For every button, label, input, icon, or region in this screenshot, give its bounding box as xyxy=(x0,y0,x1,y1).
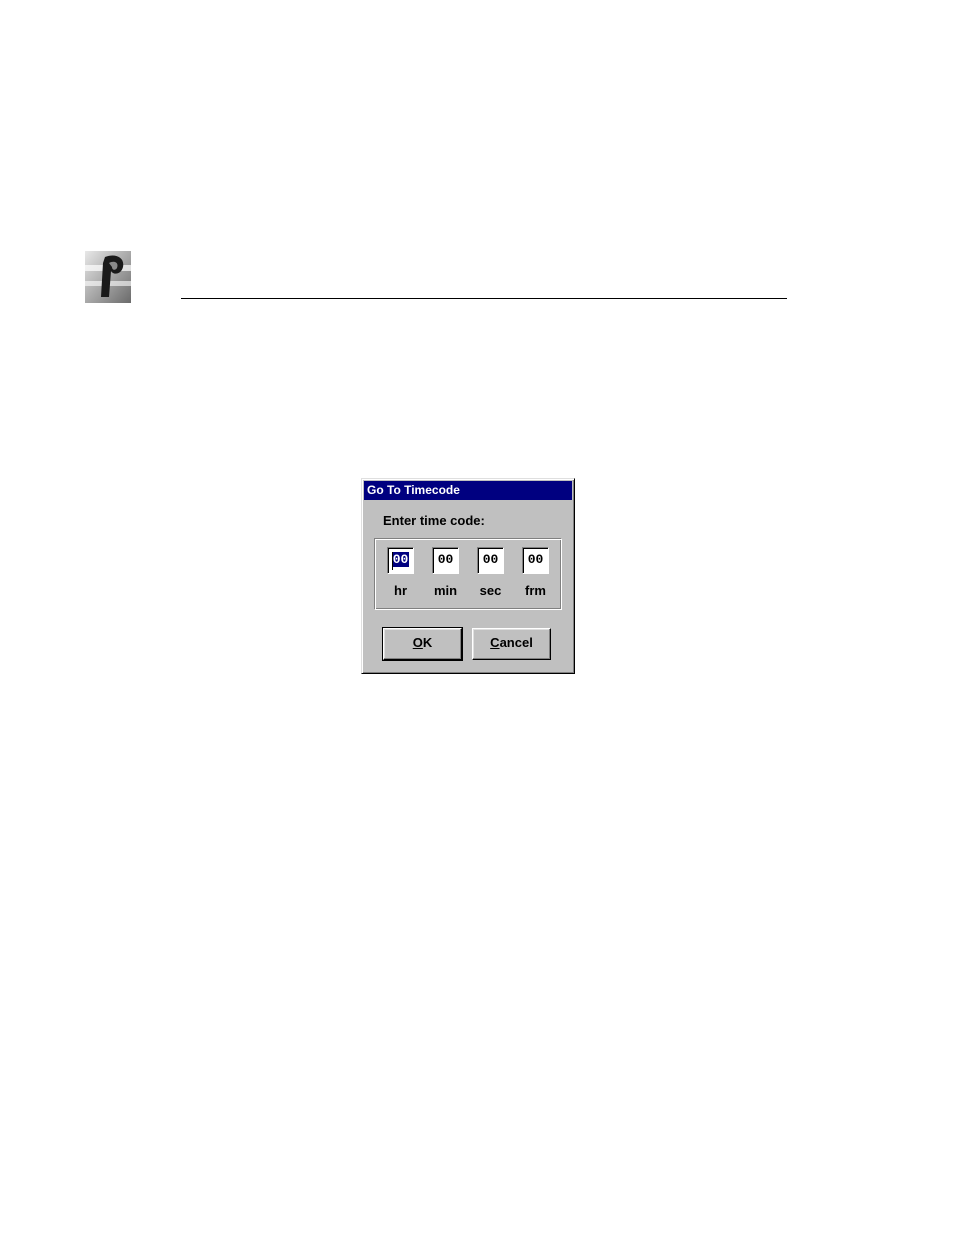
cancel-button[interactable]: Cancel xyxy=(472,628,551,660)
minutes-value: 00 xyxy=(437,552,454,567)
text-caret xyxy=(392,552,393,570)
ok-label-rest: K xyxy=(422,635,433,650)
timecode-group: 00 hr 00 min 00 sec 00 frm xyxy=(374,538,562,610)
seconds-field-group: 00 sec xyxy=(477,547,504,598)
seconds-value: 00 xyxy=(482,552,499,567)
ok-button[interactable]: OK xyxy=(382,627,463,661)
frames-value: 00 xyxy=(527,552,544,567)
ok-mnemonic: O xyxy=(412,635,423,650)
hours-value: 00 xyxy=(391,552,410,567)
hours-input[interactable]: 00 xyxy=(387,547,414,574)
minutes-input[interactable]: 00 xyxy=(432,547,459,574)
hours-label: hr xyxy=(394,583,407,598)
frames-field-group: 00 frm xyxy=(522,547,549,598)
seconds-label: sec xyxy=(479,583,502,598)
minutes-field-group: 00 min xyxy=(432,547,459,598)
frames-input[interactable]: 00 xyxy=(522,547,549,574)
company-logo xyxy=(85,251,131,303)
cancel-mnemonic: C xyxy=(490,635,500,650)
prompt-label: Enter time code: xyxy=(383,513,485,528)
minutes-label: min xyxy=(433,583,458,598)
frames-label: frm xyxy=(525,583,546,598)
cancel-label-rest: ancel xyxy=(499,635,533,650)
go-to-timecode-dialog: Go To Timecode Enter time code: 00 hr 00… xyxy=(361,478,575,674)
header-rule xyxy=(181,298,787,299)
seconds-input[interactable]: 00 xyxy=(477,547,504,574)
dialog-title: Go To Timecode xyxy=(364,481,572,500)
hours-field-group: 00 hr xyxy=(387,547,414,598)
